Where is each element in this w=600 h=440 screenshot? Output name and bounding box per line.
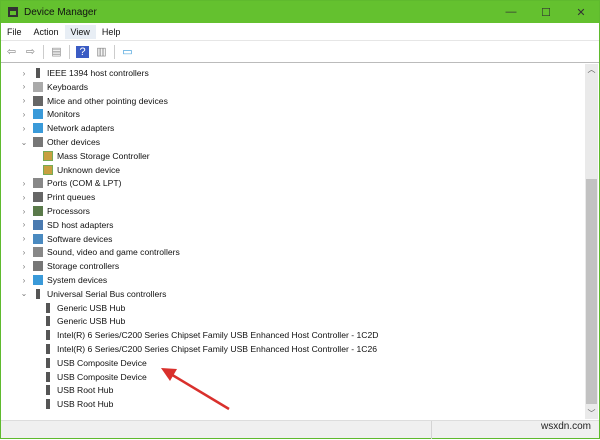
device-manager-window: Device Manager — ☐ ✕ File Action View He… [0,0,600,439]
annotation-arrow [161,368,230,411]
